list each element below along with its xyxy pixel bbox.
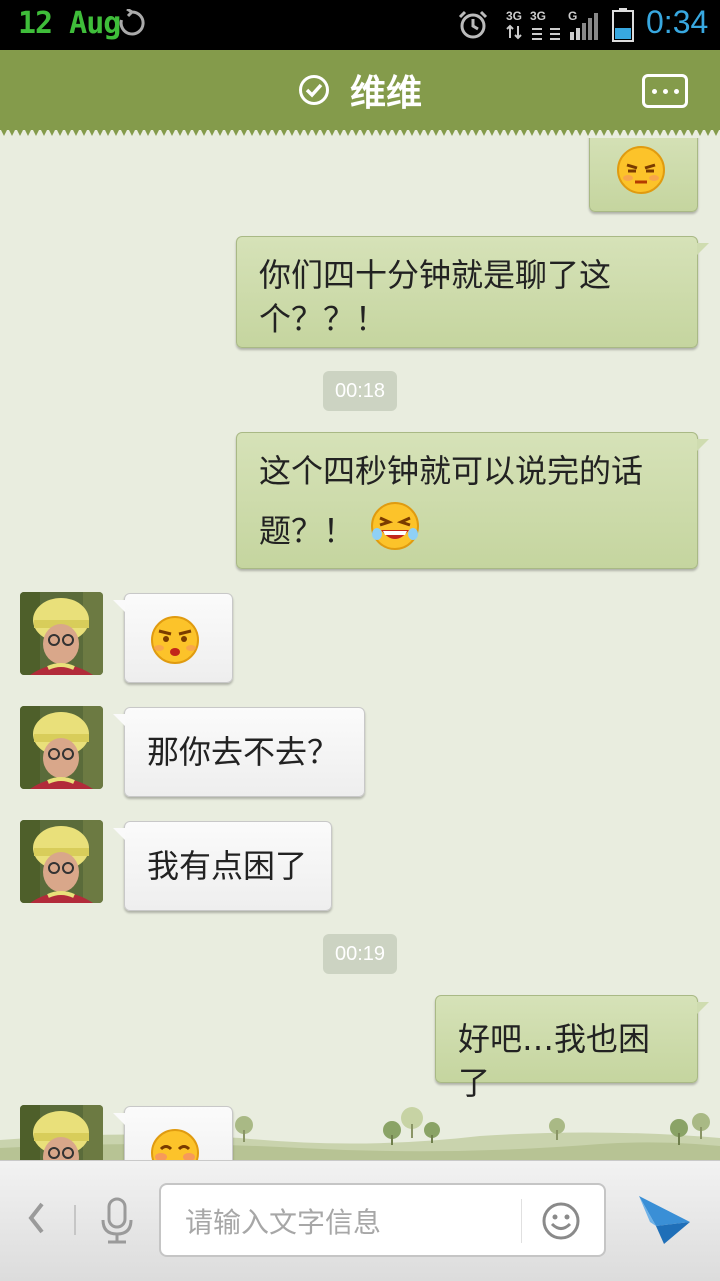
signal-icon: 3G 3G G [506, 9, 598, 40]
status-bar: 12 Aug 3G 3G G 0:34 [0, 0, 720, 50]
message-bubble-out[interactable] [589, 138, 698, 212]
message-text-line: 那你去不去？ [147, 733, 340, 771]
timestamp-chip: 00:19 [323, 934, 397, 974]
divider [74, 1205, 76, 1235]
bubble-tail [697, 439, 709, 451]
smug-face-icon [151, 616, 199, 664]
status-time: 0:34 [646, 4, 709, 40]
divider [521, 1199, 522, 1243]
avatar-photo [20, 706, 103, 789]
contact-avatar[interactable] [20, 1105, 103, 1160]
more-dot [673, 88, 679, 94]
header-title-group: 维维 [0, 50, 720, 130]
bubble-tail [697, 1002, 709, 1014]
blush-face-icon [151, 1129, 199, 1160]
bubble-tail [113, 828, 125, 840]
landscape-decoration [0, 1107, 720, 1160]
annoyed-face-icon [617, 146, 665, 194]
svg-text:3G: 3G [530, 9, 546, 23]
more-dots-icon [651, 88, 657, 94]
avatar-photo [20, 820, 103, 903]
smiley-icon[interactable] [541, 1201, 581, 1241]
message-text-line: 个？？！ [259, 300, 388, 338]
contact-name: 维维 [349, 73, 422, 114]
contact-avatar[interactable] [20, 820, 103, 903]
message-bubble-in[interactable]: 我有点困了 [113, 821, 332, 911]
message-text-line: 题？！ [259, 512, 356, 550]
message-bubble-out[interactable]: 好吧…我也困了 [435, 995, 709, 1102]
message-bubble-out[interactable]: 这个四秒钟就可以说完的话 题？！ [236, 432, 709, 569]
message-text-line: 好吧…我也困了 [458, 1020, 651, 1102]
contact-avatar[interactable] [20, 706, 103, 789]
message-bubble-in[interactable]: 那你去不去？ [113, 707, 365, 797]
message-text-field[interactable] [159, 1183, 606, 1257]
bubble-tail [113, 600, 125, 612]
svg-text:G: G [568, 9, 577, 23]
back-chevron-icon[interactable] [22, 1196, 52, 1240]
message-input[interactable] [183, 1199, 517, 1245]
microphone-icon[interactable] [96, 1196, 138, 1246]
message-text-line: 这个四秒钟就可以说完的话 [259, 452, 644, 490]
battery-icon [612, 8, 634, 42]
svg-text:3G: 3G [506, 9, 522, 23]
message-bubble-in[interactable] [113, 1106, 233, 1160]
message-text-line: 我有点困了 [147, 847, 308, 885]
alarm-icon [458, 10, 488, 39]
status-date: 12 Aug [18, 6, 121, 41]
bubble-tail [697, 243, 709, 255]
timestamp-chip: 00:18 [323, 371, 397, 411]
sync-icon [119, 9, 145, 36]
message-text-line: 你们四十分钟就是聊了这 [259, 256, 612, 294]
chat-message-list[interactable]: 你们四十分钟就是聊了这 个？？！ 00:18 这个四秒钟就可以说完的话 题？！ [0, 138, 720, 1160]
message-bubble-out[interactable]: 你们四十分钟就是聊了这 个？？！ [236, 236, 709, 348]
bubble-tail [113, 714, 125, 726]
check-circle-icon [298, 75, 329, 105]
avatar-photo [20, 592, 103, 675]
message-text-row: 题？！ [259, 502, 675, 553]
bubble-tail [113, 1113, 125, 1125]
avatar-photo [20, 1105, 103, 1160]
send-plane-icon[interactable] [636, 1192, 692, 1246]
contact-avatar[interactable] [20, 592, 103, 675]
more-options-button[interactable] [642, 74, 688, 108]
message-bubble-in[interactable] [113, 593, 233, 683]
more-dot [662, 88, 668, 94]
laughing-face-icon [371, 502, 420, 550]
